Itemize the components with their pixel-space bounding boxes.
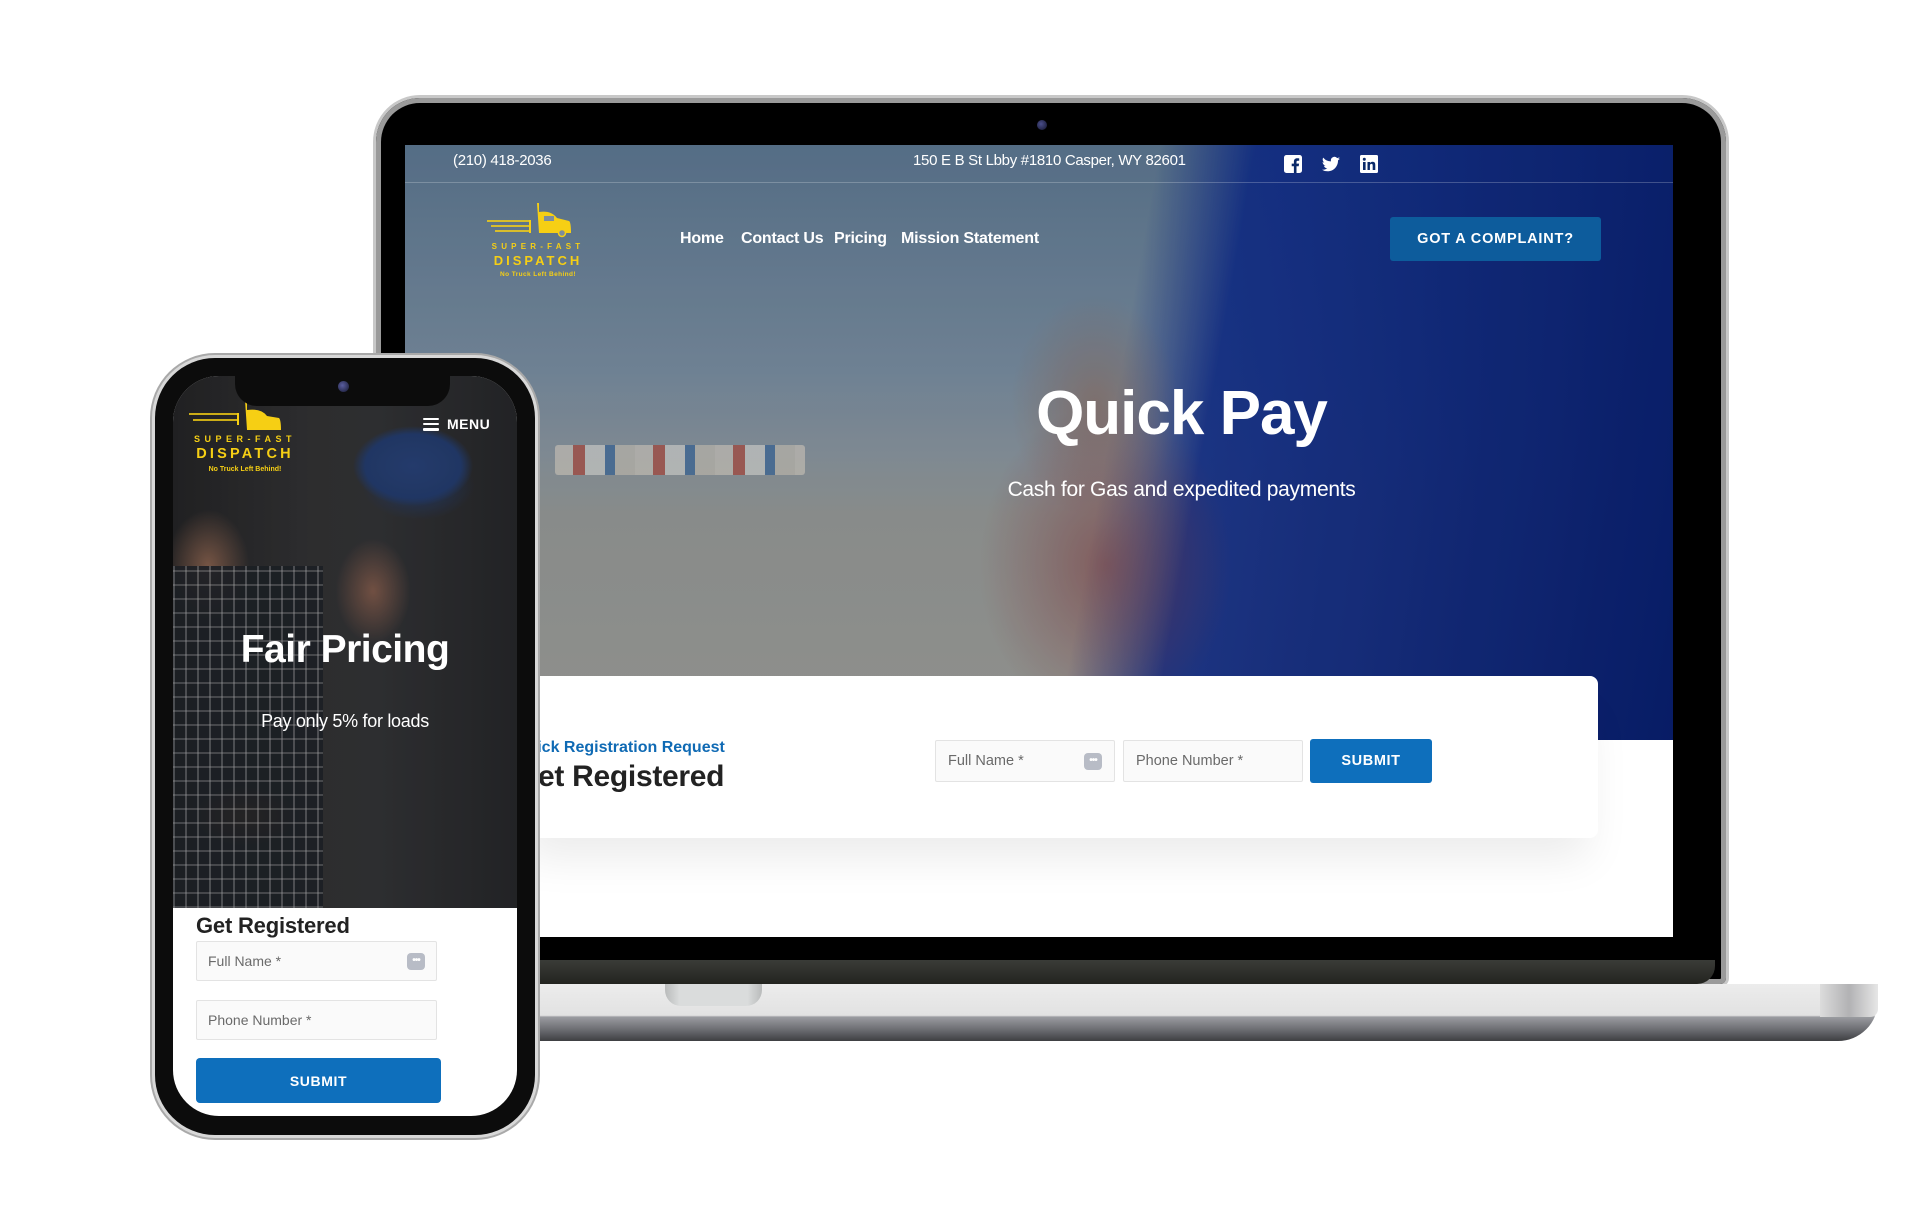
- mobile-logo-dispatch-text: DISPATCH: [196, 446, 294, 462]
- logo-tagline: No Truck Left Behind!: [500, 271, 576, 278]
- submit-button[interactable]: SUBMIT: [1310, 739, 1432, 783]
- autofill-dots-icon[interactable]: •••: [1084, 753, 1102, 770]
- nav-pricing[interactable]: Pricing: [834, 230, 887, 248]
- contact-address: 150 E B St Lbby #1810 Casper, WY 82601: [913, 152, 1186, 169]
- top-info-bar: (210) 418-2036 150 E B St Lbby #1810 Cas…: [405, 145, 1673, 183]
- mobile-hero-title: Fair Pricing: [240, 628, 450, 671]
- logo-dispatch-text: DISPATCH: [493, 253, 583, 268]
- hero-title: Quick Pay: [1036, 379, 1328, 448]
- mobile-logo-tagline: No Truck Left Behind!: [208, 466, 282, 473]
- nav-mission-statement[interactable]: Mission Statement: [901, 230, 1039, 248]
- mobile-full-name-placeholder: Full Name *: [208, 953, 282, 969]
- mobile-menu-button[interactable]: MENU: [423, 416, 490, 432]
- mobile-submit-button[interactable]: SUBMIT: [196, 1058, 441, 1103]
- nav-home[interactable]: Home: [680, 230, 724, 248]
- mobile-autofill-dots-icon[interactable]: •••: [407, 953, 425, 970]
- nav-contact-us[interactable]: Contact Us: [741, 230, 824, 248]
- twitter-icon[interactable]: [1321, 154, 1341, 174]
- phone-number-input[interactable]: Phone Number *: [1123, 740, 1303, 782]
- hamburger-icon: [423, 417, 439, 431]
- full-name-input[interactable]: Full Name * •••: [935, 740, 1115, 782]
- phone-number-placeholder: Phone Number *: [1136, 753, 1244, 769]
- laptop-hinge: [405, 960, 1715, 984]
- hero-subtitle: Cash for Gas and expedited payments: [1007, 478, 1356, 501]
- registration-title: Get Registered: [515, 760, 725, 793]
- laptop-base: [380, 984, 1878, 1041]
- mobile-full-name-input[interactable]: Full Name * •••: [196, 941, 437, 981]
- full-name-placeholder: Full Name *: [948, 753, 1024, 769]
- mobile-website-screen: SUPER-FAST DISPATCH No Truck Left Behind…: [173, 376, 517, 1116]
- got-a-complaint-button[interactable]: GOT A COMPLAINT?: [1390, 217, 1601, 261]
- contact-phone-link[interactable]: (210) 418-2036: [453, 152, 552, 169]
- logo-super-fast-text: SUPER-FAST: [491, 242, 585, 251]
- mobile-phone-number-placeholder: Phone Number *: [208, 1012, 312, 1028]
- desktop-website-screen: (210) 418-2036 150 E B St Lbby #1810 Cas…: [405, 145, 1673, 937]
- registration-kicker: Quick Registration Request: [515, 739, 725, 756]
- phone-camera-icon: [338, 381, 349, 392]
- truck-logo-icon: [487, 203, 571, 238]
- laptop-camera-icon: [1037, 120, 1047, 130]
- laptop-opening-notch: [665, 984, 762, 1006]
- mobile-hero-subtitle: Pay only 5% for loads: [261, 711, 429, 731]
- mobile-phone-number-input[interactable]: Phone Number *: [196, 1000, 437, 1040]
- mobile-menu-label: MENU: [447, 416, 491, 432]
- facebook-icon[interactable]: [1283, 154, 1303, 174]
- mobile-logo-super-fast-text: SUPER-FAST: [193, 434, 296, 444]
- site-logo[interactable]: SUPER-FAST DISPATCH No Truck Left Behind…: [483, 200, 598, 282]
- parked-trucks-image: [555, 445, 805, 475]
- mobile-registration-title: Get Registered: [196, 913, 350, 938]
- laptop-base-edge: [1820, 984, 1878, 1017]
- linkedin-icon[interactable]: [1359, 154, 1379, 174]
- registration-card: Quick Registration Request Get Registere…: [515, 676, 1598, 838]
